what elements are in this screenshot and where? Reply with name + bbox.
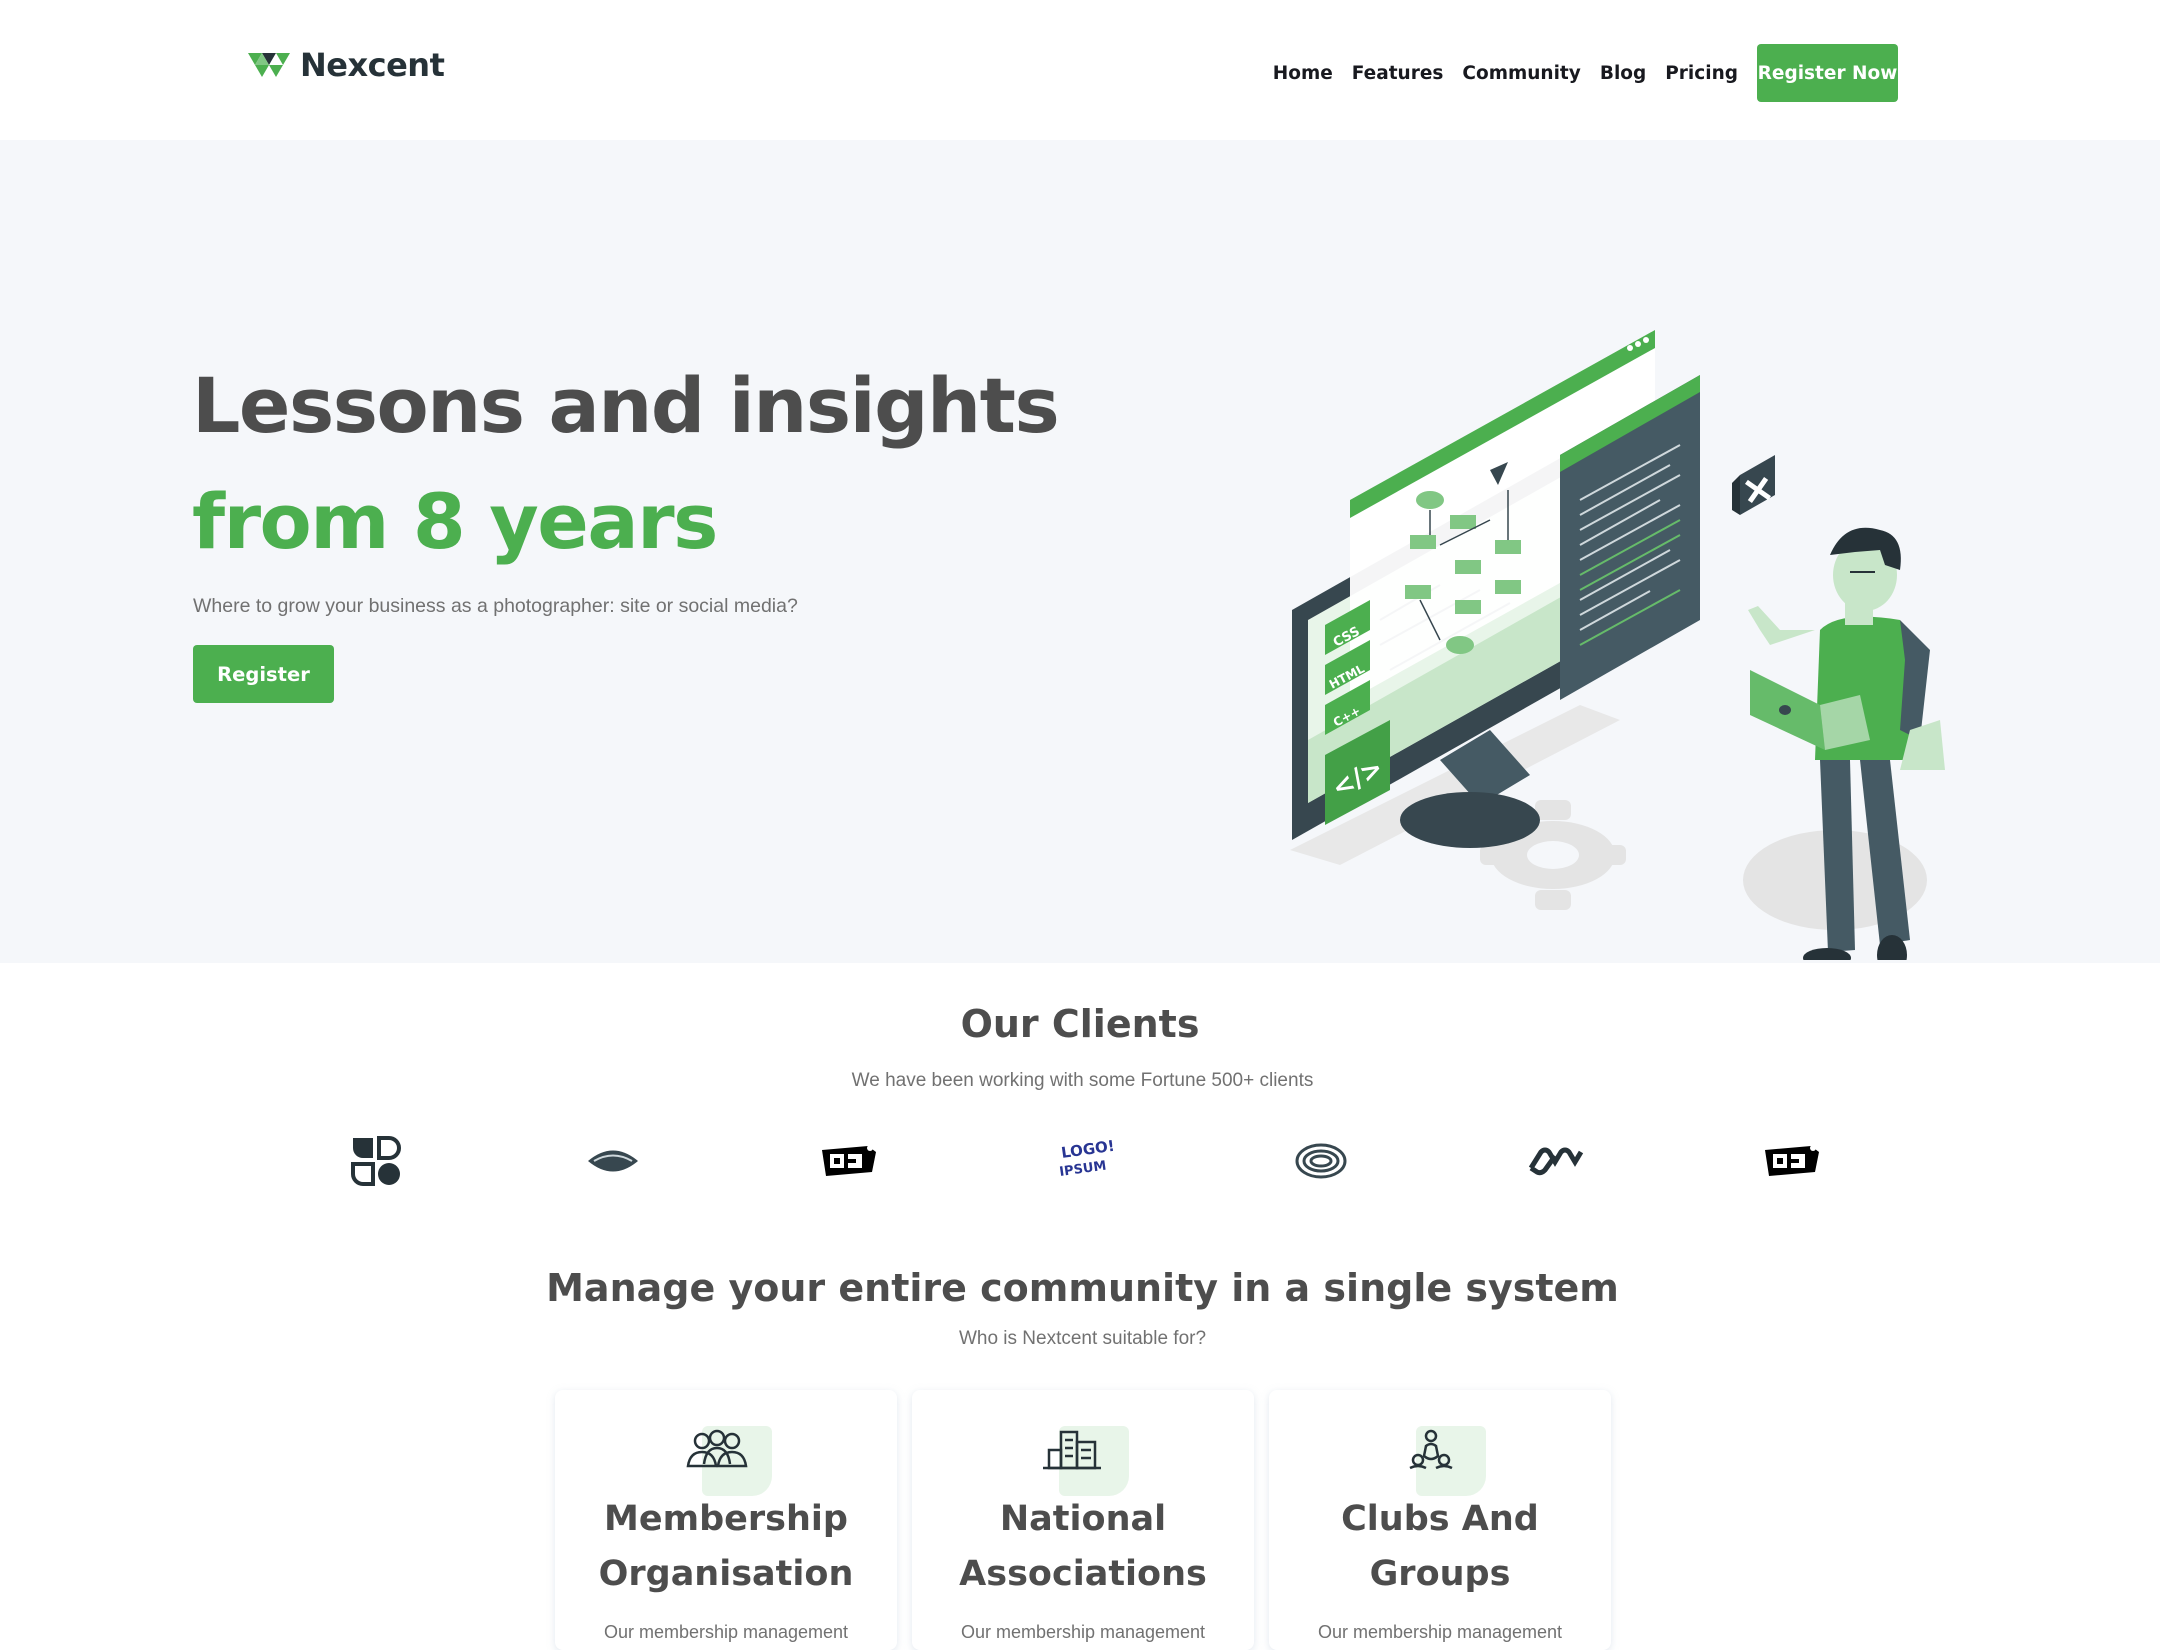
card-text: Our membership management <box>1317 1622 1563 1642</box>
svg-text:LOGO!: LOGO! <box>1060 1137 1116 1162</box>
brand-logo[interactable]: Nexcent <box>248 46 445 84</box>
hand-group-icon <box>1396 1426 1486 1496</box>
clients-title: Our Clients <box>960 1002 1200 1046</box>
card-title: Clubs And Groups <box>1341 1499 1539 1594</box>
close-icon <box>1732 455 1775 515</box>
manage-subtitle: Who is Nextcent suitable for? <box>958 1328 1207 1349</box>
card-national[interactable]: National Associations Our membership man… <box>912 1390 1254 1650</box>
nav-features[interactable]: Features <box>1352 63 1444 84</box>
card-text: Our membership management <box>960 1622 1206 1642</box>
client-logo-logoipsum-icon: LOGO! IPSUM <box>1058 1137 1116 1180</box>
hero-title-accent: from 8 years <box>192 477 718 566</box>
developer-illustration: CSS HTML C++ </> <box>1290 330 1945 960</box>
nav-pricing[interactable]: Pricing <box>1665 63 1738 84</box>
logo-mark-icon <box>248 53 290 77</box>
site-header: Nexcent Home Features Community Blog Pri… <box>0 0 2160 140</box>
nav-blog[interactable]: Blog <box>1600 63 1646 84</box>
nav-home[interactable]: Home <box>1273 63 1333 84</box>
svg-text:IPSUM: IPSUM <box>1058 1159 1107 1180</box>
client-logo-rings-icon <box>1295 1143 1347 1179</box>
client-logo-petals-icon <box>351 1136 401 1186</box>
hero-section: Lessons and insights from 8 years Where … <box>0 140 2160 963</box>
hero-title-plain: Lessons and insights <box>192 361 1060 450</box>
client-logo-oj-icon <box>822 1145 876 1176</box>
manage-title: Manage your entire community in a single… <box>546 1266 1619 1310</box>
card-title: National Associations <box>959 1499 1207 1594</box>
card-clubs[interactable]: Clubs And Groups Our membership manageme… <box>1269 1390 1611 1650</box>
client-logo-chain-icon <box>1528 1147 1584 1176</box>
register-now-button[interactable]: Register Now <box>1757 44 1898 102</box>
card-membership[interactable]: Membership Organisation Our membership m… <box>555 1390 897 1650</box>
main-nav: Home Features Community Blog Pricing Reg… <box>1273 44 1898 102</box>
clients-subtitle: We have been working with some Fortune 5… <box>851 1070 1314 1091</box>
hero-title: Lessons and insights from 8 years <box>192 348 1252 580</box>
nav-community[interactable]: Community <box>1462 63 1580 84</box>
card-text: Our membership management <box>603 1622 849 1642</box>
brand-name: Nexcent <box>300 46 445 84</box>
building-icon <box>1039 1426 1129 1496</box>
card-title: Membership Organisation <box>598 1499 854 1594</box>
client-logo-oj-icon <box>1765 1145 1819 1176</box>
client-logo-lens-icon <box>588 1150 638 1172</box>
people-icon <box>682 1426 772 1496</box>
hero-subtitle: Where to grow your business as a photogr… <box>193 595 798 617</box>
register-button[interactable]: Register <box>193 645 334 703</box>
